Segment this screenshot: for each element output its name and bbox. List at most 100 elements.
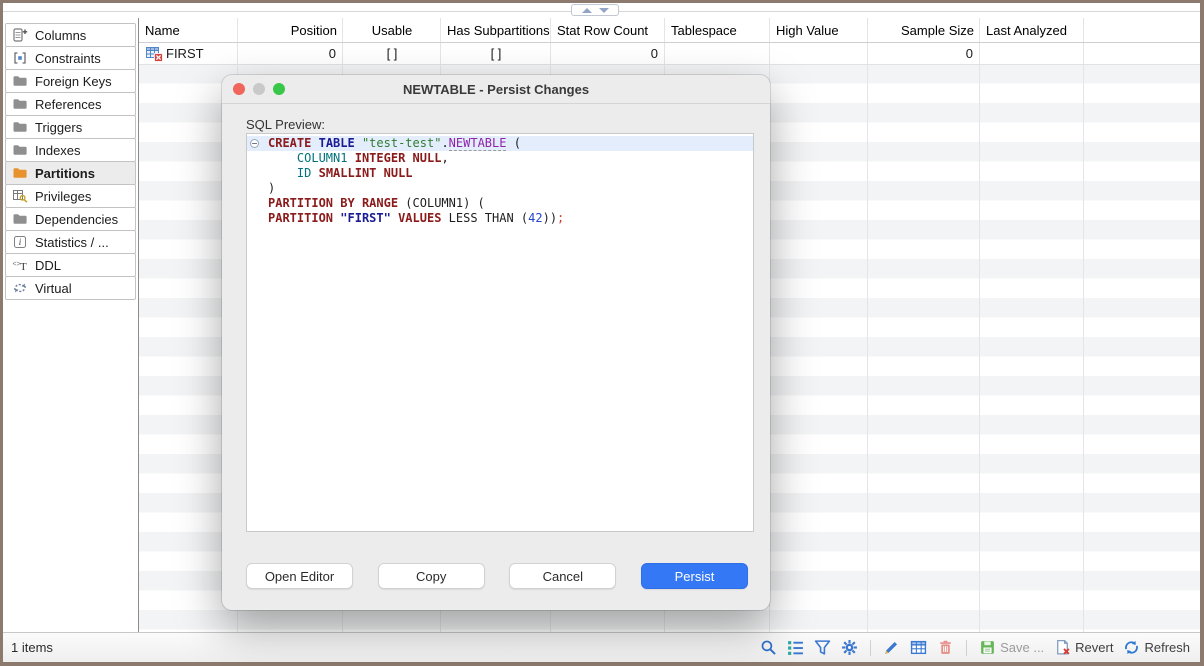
sql-token	[391, 211, 398, 225]
save-label: Save ...	[1000, 640, 1044, 655]
sidebar-item-label: Columns	[35, 28, 86, 43]
cell-value: [ ]	[387, 46, 398, 61]
sql-token	[311, 136, 318, 150]
sidebar-item-label: References	[35, 97, 101, 112]
cell-stat-row-count[interactable]: 0	[551, 46, 665, 61]
ddl-icon: <>T	[11, 257, 28, 273]
sql-token: ))	[543, 211, 557, 225]
sidebar-item-label: Foreign Keys	[35, 74, 112, 89]
copy-button[interactable]: Copy	[378, 563, 485, 589]
collapse-down-icon[interactable]	[599, 8, 609, 13]
sql-line-4[interactable]: )	[247, 181, 753, 196]
sidebar-item-label: Triggers	[35, 120, 82, 135]
minimize-icon[interactable]	[253, 83, 265, 95]
sql-token: RANGE	[362, 196, 398, 210]
sidebar-item-statistics[interactable]: iStatistics / ...	[5, 230, 136, 254]
folder-icon	[11, 96, 28, 112]
search-button[interactable]	[758, 637, 779, 658]
sidebar-item-dependencies[interactable]: Dependencies	[5, 207, 136, 231]
sql-token	[376, 166, 383, 180]
sidebar-item-foreign-keys[interactable]: Foreign Keys	[5, 69, 136, 93]
collapse-up-icon[interactable]	[582, 8, 592, 13]
settings-button[interactable]	[839, 637, 860, 658]
sidebar-item-label: Statistics / ...	[35, 235, 109, 250]
cell-position[interactable]: 0	[238, 46, 343, 61]
table-button[interactable]	[908, 637, 929, 658]
sidebar-item-columns[interactable]: Columns	[5, 23, 136, 47]
zoom-icon[interactable]	[273, 83, 285, 95]
sidebar-item-triggers[interactable]: Triggers	[5, 115, 136, 139]
sql-line-5[interactable]: PARTITION BY RANGE (COLUMN1) (	[247, 196, 753, 211]
edit-button[interactable]	[881, 637, 902, 658]
sidebar-item-ddl[interactable]: <>TDDL	[5, 253, 136, 277]
folder-icon	[11, 211, 28, 227]
sidebar-item-virtual[interactable]: Virtual	[5, 276, 136, 300]
delete-button[interactable]	[935, 637, 956, 658]
cancel-button[interactable]: Cancel	[509, 563, 616, 589]
sidebar-item-partitions[interactable]: Partitions	[5, 161, 136, 185]
sidebar-item-label: Privileges	[35, 189, 91, 204]
fold-collapse-icon[interactable]	[250, 139, 259, 148]
sql-token	[347, 151, 354, 165]
open-editor-button[interactable]: Open Editor	[246, 563, 353, 589]
sql-token	[268, 166, 297, 180]
sql-token: PARTITION	[268, 211, 333, 225]
persist-button[interactable]: Persist	[641, 563, 748, 589]
column-header-tablespace[interactable]: Tablespace	[665, 23, 770, 38]
sql-token: ) (	[463, 196, 485, 210]
cell-sample-size[interactable]: 0	[868, 46, 980, 61]
sidebar-item-privileges[interactable]: Privileges	[5, 184, 136, 208]
column-separator	[1083, 18, 1084, 632]
grid-header: NamePositionUsableHas SubpartitionsStat …	[139, 18, 1200, 43]
column-header-usable[interactable]: Usable	[343, 23, 441, 38]
edit-icon	[883, 639, 900, 656]
dialog-titlebar[interactable]: NEWTABLE - Persist Changes	[222, 75, 770, 104]
column-header-stat-row-count[interactable]: Stat Row Count	[551, 23, 665, 38]
sidebar-item-indexes[interactable]: Indexes	[5, 138, 136, 162]
column-header-has-subpartitions[interactable]: Has Subpartitions	[441, 23, 551, 38]
sql-token: ID	[297, 166, 311, 180]
column-header-high-value[interactable]: High Value	[770, 23, 868, 38]
column-header-last-analyzed[interactable]: Last Analyzed	[980, 23, 1084, 38]
sql-line-2[interactable]: COLUMN1 INTEGER NULL,	[247, 151, 753, 166]
sql-line-3[interactable]: ID SMALLINT NULL	[247, 166, 753, 181]
revert-button[interactable]: Revert	[1052, 637, 1115, 658]
column-header-name[interactable]: Name	[139, 23, 238, 38]
new-table-icon	[146, 46, 163, 62]
traffic-lights	[233, 83, 285, 95]
close-icon[interactable]	[233, 83, 245, 95]
table-row[interactable]: FIRST0[ ][ ]00	[139, 43, 1200, 65]
persist-changes-dialog: NEWTABLE - Persist Changes SQL Preview: …	[222, 75, 770, 610]
column-header-sample-size[interactable]: Sample Size	[868, 23, 980, 38]
cell-value: 0	[651, 46, 658, 61]
status-bar: 1 items Save ...RevertRefresh	[3, 632, 1200, 662]
folder-icon	[11, 119, 28, 135]
sql-line-6[interactable]: PARTITION "FIRST" VALUES LESS THAN (42))…	[247, 211, 753, 226]
sql-preview-editor[interactable]: CREATE TABLE "test-test".NEWTABLE ( COLU…	[246, 133, 754, 532]
cell-value: [ ]	[491, 46, 502, 61]
cell-usable[interactable]: [ ]	[343, 46, 441, 61]
column-header-position[interactable]: Position	[238, 23, 343, 38]
sql-token: TABLE	[319, 136, 355, 150]
sql-token: COLUMN1	[297, 151, 348, 165]
grouping-button[interactable]	[785, 637, 806, 658]
folder-orange-icon	[11, 165, 28, 181]
sql-token	[355, 136, 362, 150]
filter-button[interactable]	[812, 637, 833, 658]
sql-token: ;	[557, 211, 564, 225]
sql-token: (	[398, 196, 412, 210]
sidebar-item-references[interactable]: References	[5, 92, 136, 116]
status-toolbar: Save ... Revert Refresh	[758, 637, 1192, 658]
sql-line-1[interactable]: CREATE TABLE "test-test".NEWTABLE (	[247, 136, 753, 151]
save-button[interactable]: Save ...	[977, 637, 1046, 658]
sidebar-item-label: Dependencies	[35, 212, 118, 227]
sql-token: (	[506, 136, 520, 150]
cell-name[interactable]: FIRST	[139, 46, 238, 62]
sidebar: Columns Constraints Foreign Keys References…	[3, 18, 139, 632]
splitter-collapse-widget[interactable]	[571, 4, 619, 16]
sidebar-item-constraints[interactable]: Constraints	[5, 46, 136, 70]
cell-has-subpartitions[interactable]: [ ]	[441, 46, 551, 61]
refresh-button[interactable]: Refresh	[1121, 637, 1192, 658]
sidebar-item-label: Partitions	[35, 166, 95, 181]
sidebar-item-label: Indexes	[35, 143, 81, 158]
